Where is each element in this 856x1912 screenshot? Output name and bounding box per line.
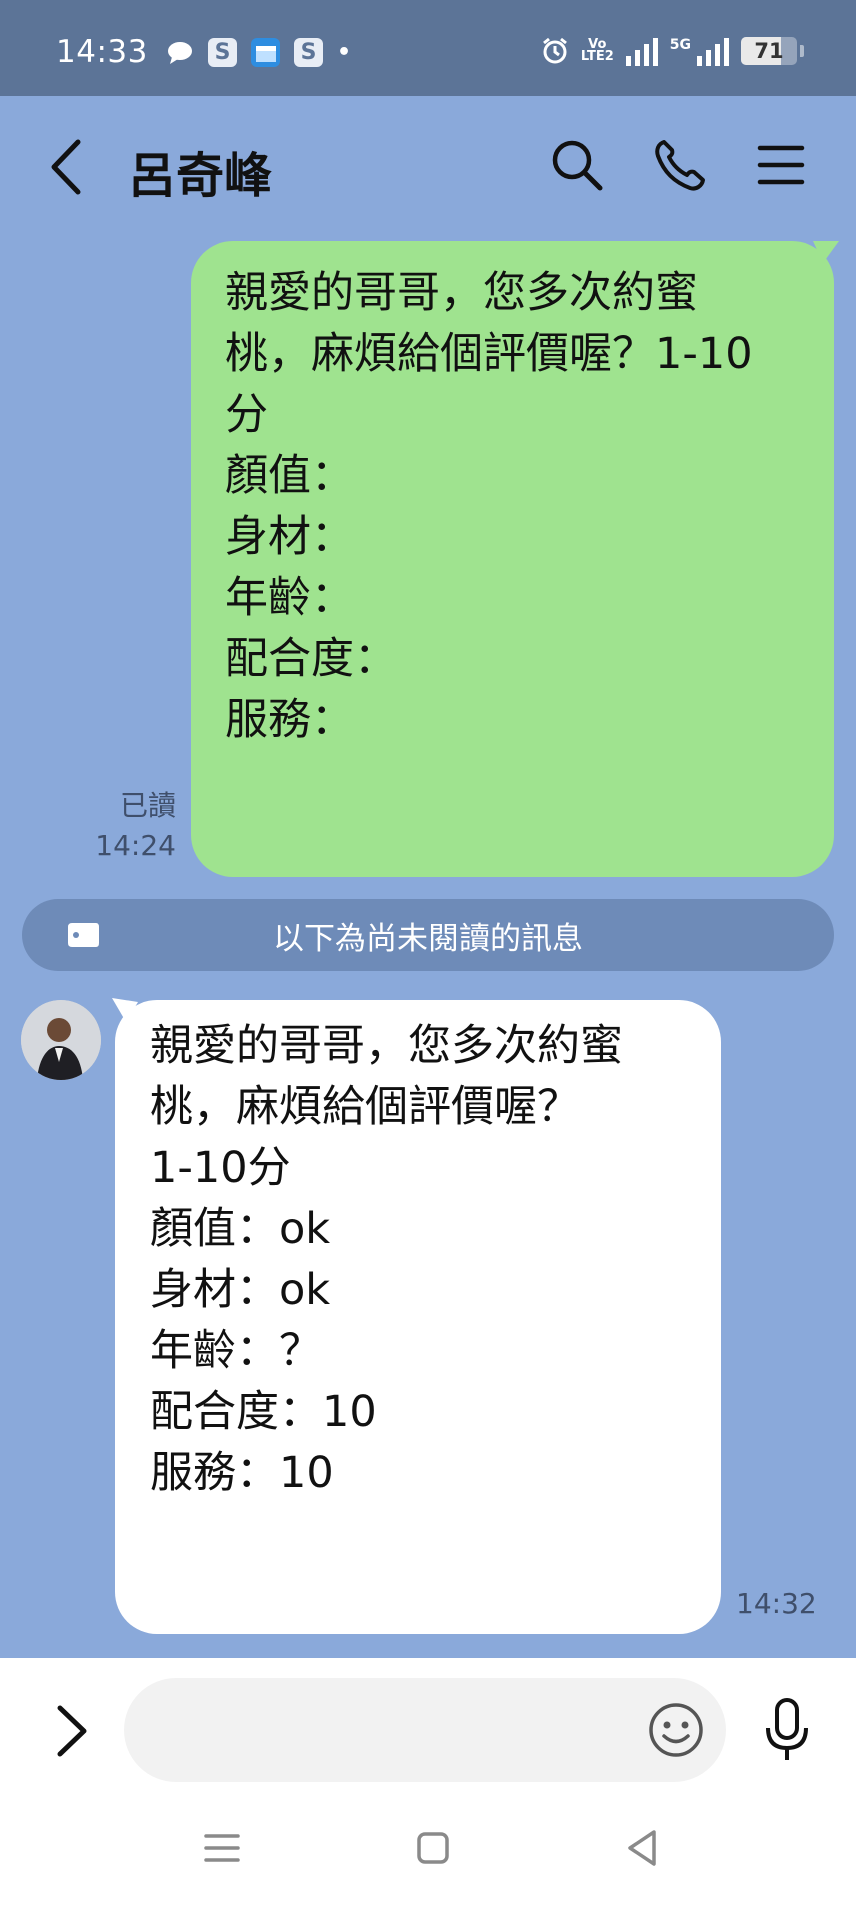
- contact-name: 呂奇峰: [128, 148, 273, 204]
- notification-icons: S S •: [165, 38, 351, 67]
- unread-divider: 以下為尚未閱讀的訊息: [22, 899, 834, 971]
- calendar-icon: [251, 38, 280, 67]
- incoming-message-text: 親愛的哥哥，您多次約蜜 桃，麻煩給個評價喔？ 1-10分 顏值：ok 身材：ok…: [150, 1021, 623, 1498]
- alarm-icon: [542, 37, 567, 64]
- signal-icon: [625, 36, 658, 66]
- network-label: 5G: [669, 37, 691, 53]
- battery-icon: 71: [741, 37, 797, 65]
- message-input[interactable]: [124, 1678, 726, 1782]
- outgoing-message-bubble[interactable]: 親愛的哥哥，您多次約蜜 桃，麻煩給個評價喔？1-10 分 顏值： 身材： 年齡：…: [191, 241, 839, 877]
- menu-icon[interactable]: [752, 136, 810, 194]
- status-time: 14:33: [56, 34, 148, 70]
- battery-tip: [800, 45, 804, 57]
- status-right: Vo LTE2 5G 71: [541, 36, 804, 66]
- incoming-message-bubble[interactable]: 親愛的哥哥，您多次約蜜 桃，麻煩給個評價喔？ 1-10分 顏值：ok 身材：ok…: [112, 998, 721, 1634]
- chat-header: 呂奇峰: [0, 96, 856, 238]
- incoming-time: 14:32: [736, 1587, 817, 1620]
- phone-icon[interactable]: [650, 136, 708, 194]
- bubble-tail: [112, 998, 138, 1022]
- emoji-icon[interactable]: [646, 1700, 706, 1760]
- read-receipt: 已讀: [119, 789, 176, 822]
- recent-apps-icon[interactable]: [200, 1826, 244, 1870]
- outgoing-message-text: 親愛的哥哥，您多次約蜜 桃，麻煩給個評價喔？1-10 分 顏值： 身材： 年齡：…: [225, 268, 753, 745]
- chevron-right-icon[interactable]: [52, 1698, 92, 1764]
- outgoing-time: 14:24: [95, 829, 176, 862]
- search-icon[interactable]: [548, 136, 606, 194]
- system-nav-bar: [0, 1808, 856, 1912]
- home-icon[interactable]: [411, 1826, 455, 1870]
- volte-label: Vo LTE2: [580, 37, 614, 64]
- chevron-left-icon[interactable]: [44, 134, 94, 200]
- bubble-tail: [813, 241, 839, 263]
- s-app-icon: S: [294, 38, 323, 67]
- unread-divider-label: 以下為尚未閱讀的訊息: [273, 920, 583, 957]
- status-bar: 14:33 S S • Vo LTE2 5G 71: [0, 0, 856, 96]
- back-icon[interactable]: [620, 1826, 664, 1870]
- battery-level: 71: [754, 39, 784, 63]
- chat-bubble-icon: [165, 38, 194, 67]
- s-app-icon: S: [208, 38, 237, 67]
- outgoing-message-meta: 已讀 14:24: [95, 786, 176, 866]
- microphone-icon[interactable]: [760, 1696, 814, 1764]
- tag-icon: [68, 923, 99, 947]
- signal-5g-icon: [697, 36, 729, 66]
- more-dot-icon: •: [336, 40, 352, 65]
- avatar[interactable]: [21, 1000, 101, 1080]
